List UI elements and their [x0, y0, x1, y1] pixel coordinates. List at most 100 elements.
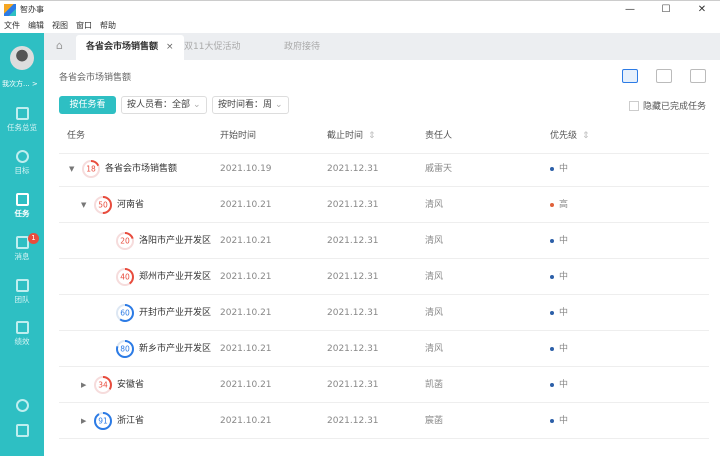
sidebar-item-message[interactable]: 消息 1 — [0, 233, 44, 262]
edit-button[interactable] — [0, 424, 44, 439]
minimize-button[interactable]: — — [612, 1, 648, 19]
progress-value: 34 — [98, 381, 108, 390]
progress-value: 40 — [120, 273, 130, 282]
table-row[interactable]: 80 新乡市产业开发区 2021.10.21 2021.12.31 清风 中 — [59, 331, 709, 367]
sidebar-item-performance[interactable]: 绩效 — [0, 321, 44, 347]
priority-dot-icon — [550, 166, 554, 171]
end-date: 2021.12.31 — [327, 164, 379, 174]
task-name[interactable]: 浙江省 — [117, 403, 144, 439]
col-priority[interactable]: 优先级 ⇕ — [550, 118, 590, 154]
owner: 清风 — [425, 344, 444, 354]
overview-icon — [15, 107, 29, 120]
progress-ring: 40 — [116, 268, 134, 286]
task-name[interactable]: 洛阳市产业开发区 — [139, 223, 211, 259]
breadcrumb: 各省会市场销售额 — [59, 73, 132, 83]
priority-label: 中 — [559, 344, 569, 354]
priority-label: 中 — [559, 236, 569, 246]
sort-icon[interactable]: ⇕ — [582, 131, 590, 141]
expand-icon[interactable]: ▶ — [81, 367, 86, 403]
table-row[interactable]: ▶ 91 浙江省 2021.10.21 2021.12.31 宸菡 中 — [59, 403, 709, 439]
collapse-icon[interactable]: ▼ — [69, 151, 74, 187]
expand-icon[interactable]: ▶ — [81, 403, 86, 439]
priority-dot-icon — [550, 202, 554, 207]
by-task-button[interactable]: 按任务看 — [59, 96, 116, 114]
checkbox-icon[interactable] — [628, 100, 639, 111]
task-name[interactable]: 郑州市产业开发区 — [139, 259, 211, 295]
start-date: 2021.10.21 — [220, 416, 272, 426]
progress-value: 50 — [98, 201, 108, 210]
list-view-icon[interactable] — [622, 69, 638, 83]
by-person-select[interactable]: 按人员看：全部 ⌄ — [121, 96, 207, 114]
priority: 高 — [550, 187, 568, 223]
view-switcher — [622, 69, 706, 83]
menu-window[interactable]: 窗口 — [76, 20, 92, 31]
menu-file[interactable]: 文件 — [4, 20, 20, 31]
start-date: 2021.10.19 — [220, 164, 272, 174]
table-row[interactable]: 40 郑州市产业开发区 2021.10.21 2021.12.31 清风 中 — [59, 259, 709, 295]
priority-label: 高 — [559, 200, 569, 210]
team-icon — [15, 279, 29, 292]
owner: 凯菡 — [425, 380, 444, 390]
add-member-button[interactable] — [0, 399, 44, 414]
priority-dot-icon — [550, 310, 554, 315]
sidebar-item-overview[interactable]: 任务总览 — [0, 107, 44, 133]
task-name[interactable]: 各省会市场销售额 — [105, 151, 177, 187]
progress-ring: 34 — [94, 376, 112, 394]
task-name[interactable]: 新乡市产业开发区 — [139, 331, 211, 367]
tab-label: 政府接待 — [284, 42, 321, 52]
avatar[interactable] — [10, 46, 34, 70]
table-row[interactable]: ▼ 50 河南省 2021.10.21 2021.12.31 清风 高 — [59, 187, 709, 223]
menu-view[interactable]: 视图 — [52, 20, 68, 31]
sort-icon[interactable]: ⇕ — [368, 131, 376, 141]
user-name[interactable]: 我次方... > — [2, 79, 38, 89]
start-date: 2021.10.21 — [220, 200, 272, 210]
tab-sales[interactable]: 各省会市场销售额 × — [76, 35, 184, 60]
sidebar-item-task[interactable]: 任务 — [0, 193, 44, 219]
priority: 中 — [550, 223, 568, 259]
menu-edit[interactable]: 编辑 — [28, 20, 44, 31]
table-row[interactable]: 20 洛阳市产业开发区 2021.10.21 2021.12.31 清风 中 — [59, 223, 709, 259]
tab-government[interactable]: 政府接待 — [274, 35, 330, 60]
menu-help[interactable]: 帮助 — [100, 20, 116, 31]
start-date: 2021.10.21 — [220, 344, 272, 354]
col-end[interactable]: 截止时间 ⇕ — [327, 118, 376, 154]
close-button[interactable]: ✕ — [684, 1, 720, 19]
sidebar-item-target[interactable]: 目标 — [0, 150, 44, 176]
user-name-text: 我次方... — [2, 80, 30, 88]
col-owner: 责任人 — [425, 131, 453, 141]
app-title: 智办事 — [20, 5, 44, 14]
table-row[interactable]: 60 开封市产业开发区 2021.10.21 2021.12.31 清风 中 — [59, 295, 709, 331]
tab-double11[interactable]: 双11大促活动 — [174, 35, 250, 60]
hide-completed-checkbox[interactable]: 隐藏已完成任务 — [628, 99, 706, 112]
priority: 中 — [550, 295, 568, 331]
progress-value: 91 — [98, 417, 108, 426]
sidebar-label: 团队 — [14, 295, 30, 304]
progress-value: 80 — [120, 345, 130, 354]
table-row[interactable]: ▼ 18 各省会市场销售额 2021.10.19 2021.12.31 戚雷天 中 — [59, 151, 709, 187]
progress-value: 18 — [86, 165, 96, 174]
col-priority-label: 优先级 — [550, 131, 578, 141]
progress-ring: 91 — [94, 412, 112, 430]
maximize-button[interactable]: ☐ — [648, 1, 684, 19]
app-logo — [4, 3, 16, 16]
progress-ring: 60 — [116, 304, 134, 322]
gantt-view-icon[interactable] — [656, 69, 672, 83]
task-name[interactable]: 开封市产业开发区 — [139, 295, 211, 331]
select-value: 按人员看：全部 — [127, 100, 191, 110]
collapse-icon[interactable]: ▼ — [81, 187, 86, 223]
sidebar-label: 目标 — [14, 166, 30, 175]
sidebar: 我次方... > 任务总览 目标 任务 消息 1 团队 绩效 — [0, 33, 44, 456]
priority-dot-icon — [550, 382, 554, 387]
priority-label: 中 — [559, 272, 569, 282]
sidebar-item-team[interactable]: 团队 — [0, 279, 44, 305]
close-tab-icon[interactable]: × — [166, 42, 174, 52]
owner: 宸菡 — [425, 416, 444, 426]
table-row[interactable]: ▶ 34 安徽省 2021.10.21 2021.12.31 凯菡 中 — [59, 367, 709, 403]
chart-view-icon[interactable] — [690, 69, 706, 83]
home-icon[interactable]: ⌂ — [56, 40, 68, 52]
task-name[interactable]: 河南省 — [117, 187, 144, 223]
task-name[interactable]: 安徽省 — [117, 367, 144, 403]
by-time-select[interactable]: 按时间看：周 ⌄ — [212, 96, 289, 114]
owner: 戚雷天 — [425, 164, 453, 174]
tab-label: 双11大促活动 — [184, 42, 241, 52]
